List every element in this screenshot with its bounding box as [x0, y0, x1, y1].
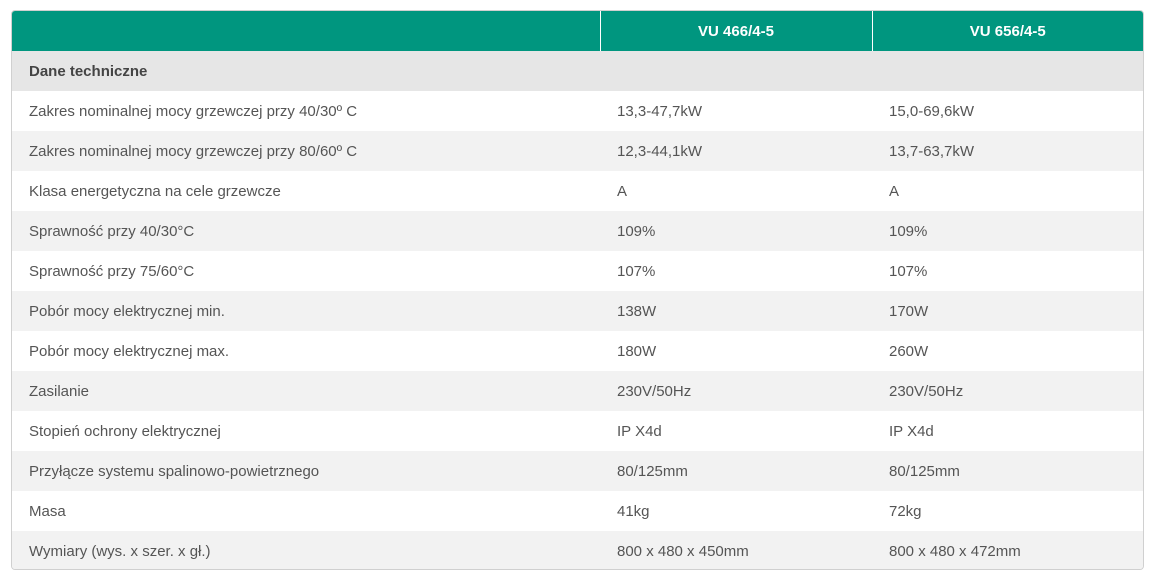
- table-row: Stopień ochrony elektrycznej IP X4d IP X…: [12, 411, 1143, 451]
- row-value-2: A: [872, 171, 1143, 211]
- row-value-1: 13,3-47,7kW: [600, 91, 872, 131]
- table-row: Zakres nominalnej mocy grzewczej przy 40…: [12, 91, 1143, 131]
- row-value-2: 80/125mm: [872, 451, 1143, 491]
- table-row: Klasa energetyczna na cele grzewcze A A: [12, 171, 1143, 211]
- table-row: Sprawność przy 40/30°C 109% 109%: [12, 211, 1143, 251]
- row-value-1: 41kg: [600, 491, 872, 531]
- row-label: Zasilanie: [12, 371, 600, 411]
- row-label: Wymiary (wys. x szer. x gł.): [12, 531, 600, 569]
- row-label: Zakres nominalnej mocy grzewczej przy 40…: [12, 91, 600, 131]
- row-label: Klasa energetyczna na cele grzewcze: [12, 171, 600, 211]
- row-label: Przyłącze systemu spalinowo-powietrznego: [12, 451, 600, 491]
- row-value-1: 230V/50Hz: [600, 371, 872, 411]
- header-row: VU 466/4-5 VU 656/4-5: [12, 11, 1143, 51]
- row-value-1: 80/125mm: [600, 451, 872, 491]
- row-value-1: IP X4d: [600, 411, 872, 451]
- row-value-1: A: [600, 171, 872, 211]
- spec-table-container: VU 466/4-5 VU 656/4-5 Dane techniczne Za…: [11, 10, 1144, 570]
- row-label: Sprawność przy 75/60°C: [12, 251, 600, 291]
- row-label: Masa: [12, 491, 600, 531]
- row-value-2: 13,7-63,7kW: [872, 131, 1143, 171]
- row-label: Stopień ochrony elektrycznej: [12, 411, 600, 451]
- row-value-2: 170W: [872, 291, 1143, 331]
- table-row: Pobór mocy elektrycznej min. 138W 170W: [12, 291, 1143, 331]
- row-value-1: 107%: [600, 251, 872, 291]
- row-value-2: 107%: [872, 251, 1143, 291]
- row-value-2: 15,0-69,6kW: [872, 91, 1143, 131]
- table-row: Przyłącze systemu spalinowo-powietrznego…: [12, 451, 1143, 491]
- header-model-2: VU 656/4-5: [871, 11, 1143, 51]
- header-label-col: [12, 11, 600, 51]
- table-row: Zakres nominalnej mocy grzewczej przy 80…: [12, 131, 1143, 171]
- table-row: Zasilanie 230V/50Hz 230V/50Hz: [12, 371, 1143, 411]
- row-value-1: 800 x 480 x 450mm: [600, 531, 872, 569]
- row-label: Pobór mocy elektrycznej max.: [12, 331, 600, 371]
- row-value-2: 260W: [872, 331, 1143, 371]
- row-label: Pobór mocy elektrycznej min.: [12, 291, 600, 331]
- row-value-1: 180W: [600, 331, 872, 371]
- row-value-2: 72kg: [872, 491, 1143, 531]
- row-value-2: 230V/50Hz: [872, 371, 1143, 411]
- row-value-1: 109%: [600, 211, 872, 251]
- section-row: Dane techniczne: [12, 51, 1143, 91]
- header-model-1: VU 466/4-5: [599, 11, 872, 51]
- section-title: Dane techniczne: [12, 51, 1143, 91]
- table-row: Masa 41kg 72kg: [12, 491, 1143, 531]
- row-value-1: 138W: [600, 291, 872, 331]
- table-row: Wymiary (wys. x szer. x gł.) 800 x 480 x…: [12, 531, 1143, 569]
- row-value-2: 800 x 480 x 472mm: [872, 531, 1143, 569]
- row-value-2: IP X4d: [872, 411, 1143, 451]
- row-value-2: 109%: [872, 211, 1143, 251]
- row-label: Zakres nominalnej mocy grzewczej przy 80…: [12, 131, 600, 171]
- row-label: Sprawność przy 40/30°C: [12, 211, 600, 251]
- table-row: Pobór mocy elektrycznej max. 180W 260W: [12, 331, 1143, 371]
- table-row: Sprawność przy 75/60°C 107% 107%: [12, 251, 1143, 291]
- row-value-1: 12,3-44,1kW: [600, 131, 872, 171]
- spec-table: VU 466/4-5 VU 656/4-5 Dane techniczne Za…: [12, 11, 1143, 569]
